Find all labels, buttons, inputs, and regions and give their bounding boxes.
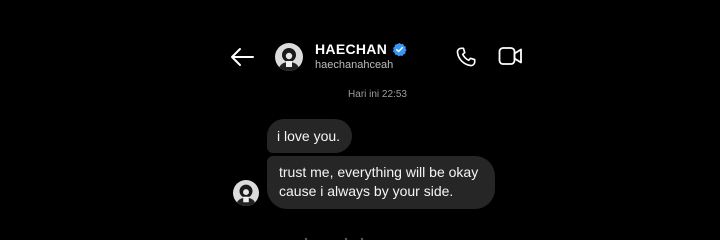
profile-handle: haechanahceah <box>315 59 394 71</box>
profile-name-row[interactable]: HAECHAN <box>315 41 407 57</box>
phone-icon <box>456 47 476 67</box>
profile-name: HAECHAN <box>315 41 388 57</box>
profile-avatar[interactable] <box>275 43 303 71</box>
message-bubble[interactable]: trust me, everything will be okay cause … <box>267 156 495 209</box>
chat-timestamp: Hari ini 22:53 <box>348 89 407 100</box>
message-text: trust me, everything will be okay cause … <box>279 164 479 199</box>
avatar-photo-icon <box>233 180 259 206</box>
avatar-photo-icon <box>275 43 303 71</box>
message-text: i love you. <box>277 128 341 144</box>
sender-avatar[interactable] <box>233 180 259 206</box>
audio-call-button[interactable] <box>455 46 477 68</box>
arrow-left-icon <box>231 48 254 66</box>
video-call-button[interactable] <box>498 46 523 66</box>
verified-badge-icon <box>392 42 407 57</box>
cutoff-content <box>300 226 380 240</box>
video-camera-icon <box>498 47 522 65</box>
back-button[interactable] <box>228 44 256 70</box>
message-bubble[interactable]: i love you. <box>267 119 352 153</box>
